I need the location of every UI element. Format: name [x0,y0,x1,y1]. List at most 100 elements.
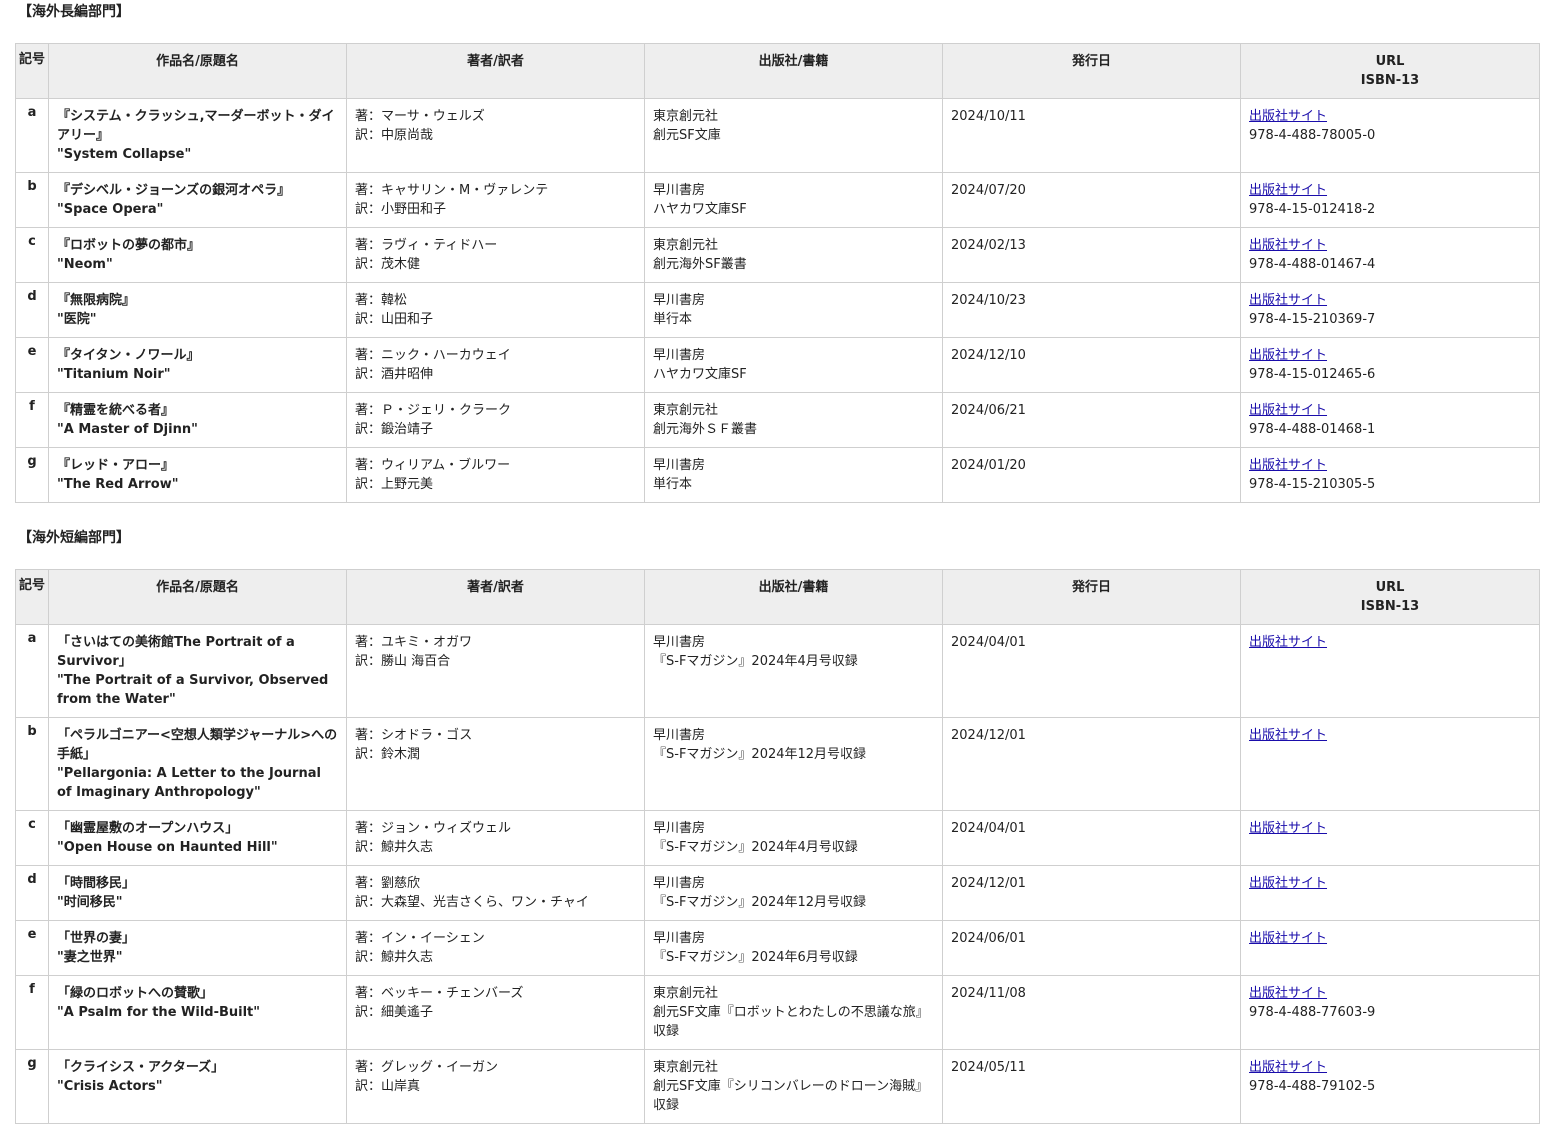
publish-date: 2024/10/11 [942,98,1241,173]
row-code: e [15,337,49,393]
work-title-ja: 『レッド・アロー』 [57,458,175,473]
book-label: 創元SF文庫『ロボットとわたしの不思議な旅』収録 [653,1005,929,1039]
book-label: 創元SF文庫 [653,128,721,143]
translator-name: 訳：中原尚哉 [355,128,434,143]
publisher-cell: 早川書房 『S-Fマガジン』2024年12月号収録 [644,865,943,921]
url-cell: 出版社サイト 978-4-15-012418-2 [1240,172,1540,228]
work-title-cell: 「世界の妻」 "妻之世界" [48,920,347,976]
author-cell: 著：ラヴィ・ティドハー 訳：茂木健 [346,227,645,283]
header-isbn-label: ISBN-13 [1360,73,1420,88]
work-title-ja: 「ペラルゴニアー<空想人類学ジャーナル>への手紙」 [57,728,338,762]
isbn-number: 978-4-15-012465-6 [1249,367,1376,382]
translator-name: 訳：鍛治靖子 [355,422,434,437]
work-title-cell: 「クライシス・アクターズ」 "Crisis Actors" [48,1049,347,1124]
work-title-original: "时间移民" [57,895,123,910]
work-title-cell: 「時間移民」 "时间移民" [48,865,347,921]
row-code: c [15,227,49,283]
publisher-site-link[interactable]: 出版社サイト [1249,291,1531,310]
publisher-cell: 早川書房 単行本 [644,282,943,338]
url-cell: 出版社サイト 978-4-15-210305-5 [1240,447,1540,503]
row-code: b [15,172,49,228]
table-header-row: 記号 作品名/原題名 著者/訳者 出版社/書籍 発行日 URL ISBN-13 [15,43,1540,99]
table-row: g 『レッド・アロー』 "The Red Arrow" 著：ウィリアム・ブルワー 訳：上… [15,447,1540,503]
publisher-cell: 早川書房 単行本 [644,447,943,503]
publish-date: 2024/06/21 [942,392,1241,448]
url-cell: 出版社サイト [1240,810,1540,866]
table-row: c 『ロボットの夢の都市』 "Neom" 著：ラヴィ・ティドハー 訳：茂木健 東京創元社創… [15,227,1540,283]
header-date: 発行日 [942,569,1241,625]
table-row: b 『デシベル・ジョーンズの銀河オペラ』 "Space Opera" 著：キャサリン・… [15,172,1540,228]
author-name: 著：ジョン・ウィズウェル [355,821,512,836]
publisher-site-link[interactable]: 出版社サイト [1249,456,1531,475]
publisher-site-link[interactable]: 出版社サイト [1249,984,1531,1003]
publisher-site-link[interactable]: 出版社サイト [1249,874,1531,893]
work-title-original: "Open House on Haunted Hill" [57,840,278,855]
work-title-ja: 『無限病院』 [57,293,136,308]
table-row: f 「緑のロボットへの賛歌」 "A Psalm for the Wild-Built… [15,975,1540,1050]
publisher-name: 早川書房 [653,183,706,198]
publisher-site-link[interactable]: 出版社サイト [1249,107,1531,126]
header-publisher: 出版社/書籍 [644,43,943,99]
row-code: d [15,865,49,921]
translator-name: 訳：勝山 海百合 [355,654,451,669]
row-code: b [15,717,49,811]
publisher-cell: 早川書房 ハヤカワ文庫SF [644,337,943,393]
header-date: 発行日 [942,43,1241,99]
author-name: 著：イン・イーシェン [355,931,485,946]
publisher-site-link[interactable]: 出版社サイト [1249,236,1531,255]
book-label: 『S-Fマガジン』2024年12月号収録 [653,747,867,762]
publisher-site-link[interactable]: 出版社サイト [1249,633,1531,652]
publisher-site-link[interactable]: 出版社サイト [1249,1058,1531,1077]
header-author: 著者/訳者 [346,569,645,625]
header-author: 著者/訳者 [346,43,645,99]
publisher-name: 早川書房 [653,348,706,363]
isbn-number: 978-4-15-012418-2 [1249,202,1376,217]
author-cell: 著：シオドラ・ゴス 訳：鈴木潤 [346,717,645,811]
work-title-cell: 『システム・クラッシュ,マーダーボット・ダイアリー』 "System Collap… [48,98,347,173]
author-name: 著：グレッグ・イーガン [355,1060,499,1075]
work-title-cell: 『タイタン・ノワール』 "Titanium Noir" [48,337,347,393]
row-code: c [15,810,49,866]
work-title-original: "Pellargonia: A Letter to the Journal of… [57,766,321,800]
translator-name: 訳：茂木健 [355,257,421,272]
publish-date: 2024/12/01 [942,865,1241,921]
publisher-cell: 東京創元社 創元海外SF叢書 [644,227,943,283]
publisher-name: 早川書房 [653,821,706,836]
author-name: 著：ニック・ハーカウェイ [355,348,511,363]
publisher-name: 東京創元社 [653,403,719,418]
book-label: 『S-Fマガジン』2024年6月号収録 [653,950,858,965]
header-url-label: URL [1375,54,1405,69]
author-cell: 著：Ｐ・ジェリ・クラーク 訳：鍛治靖子 [346,392,645,448]
author-cell: 著：ウィリアム・ブルワー 訳：上野元美 [346,447,645,503]
short-works-table: 記号 作品名/原題名 著者/訳者 出版社/書籍 発行日 URL ISBN-13 … [15,569,1540,1124]
publisher-name: 早川書房 [653,635,706,650]
work-title-cell: 『レッド・アロー』 "The Red Arrow" [48,447,347,503]
table-row: c 「幽霊屋敷のオープンハウス」 "Open House on Haunted Hi… [15,810,1540,866]
table-row: a 『システム・クラッシュ,マーダーボット・ダイアリー』 "System Colla… [15,98,1540,173]
table-row: f 『精霊を統べる者』 "A Master of Djinn" 著：Ｐ・ジェリ・クラー… [15,392,1540,448]
book-label: 『S-Fマガジン』2024年12月号収録 [653,895,867,910]
publisher-site-link[interactable]: 出版社サイト [1249,346,1531,365]
publish-date: 2024/05/11 [942,1049,1241,1124]
book-label: 単行本 [653,477,693,492]
author-name: 著：Ｐ・ジェリ・クラーク [355,403,512,418]
work-title-original: "Space Opera" [57,202,164,217]
table-row: e 「世界の妻」 "妻之世界" 著：イン・イーシェン 訳：鯨井久志 早川書房 『S-Fマガジ… [15,920,1540,976]
work-title-original: "Crisis Actors" [57,1079,163,1094]
url-cell: 出版社サイト 978-4-488-01468-1 [1240,392,1540,448]
publisher-site-link[interactable]: 出版社サイト [1249,819,1531,838]
header-publisher: 出版社/書籍 [644,569,943,625]
work-title-cell: 『精霊を統べる者』 "A Master of Djinn" [48,392,347,448]
header-title: 作品名/原題名 [48,43,347,99]
work-title-cell: 『デシベル・ジョーンズの銀河オペラ』 "Space Opera" [48,172,347,228]
work-title-original: "医院" [57,312,97,327]
work-title-cell: 「緑のロボットへの賛歌」 "A Psalm for the Wild-Built" [48,975,347,1050]
publisher-site-link[interactable]: 出版社サイト [1249,726,1531,745]
work-title-original: "The Red Arrow" [57,477,179,492]
publisher-site-link[interactable]: 出版社サイト [1249,401,1531,420]
url-cell: 出版社サイト [1240,865,1540,921]
publisher-site-link[interactable]: 出版社サイト [1249,181,1531,200]
author-cell: 著：グレッグ・イーガン 訳：山岸真 [346,1049,645,1124]
publisher-site-link[interactable]: 出版社サイト [1249,929,1531,948]
translator-name: 訳：大森望、光吉さくら、ワン・チャイ [355,895,589,910]
